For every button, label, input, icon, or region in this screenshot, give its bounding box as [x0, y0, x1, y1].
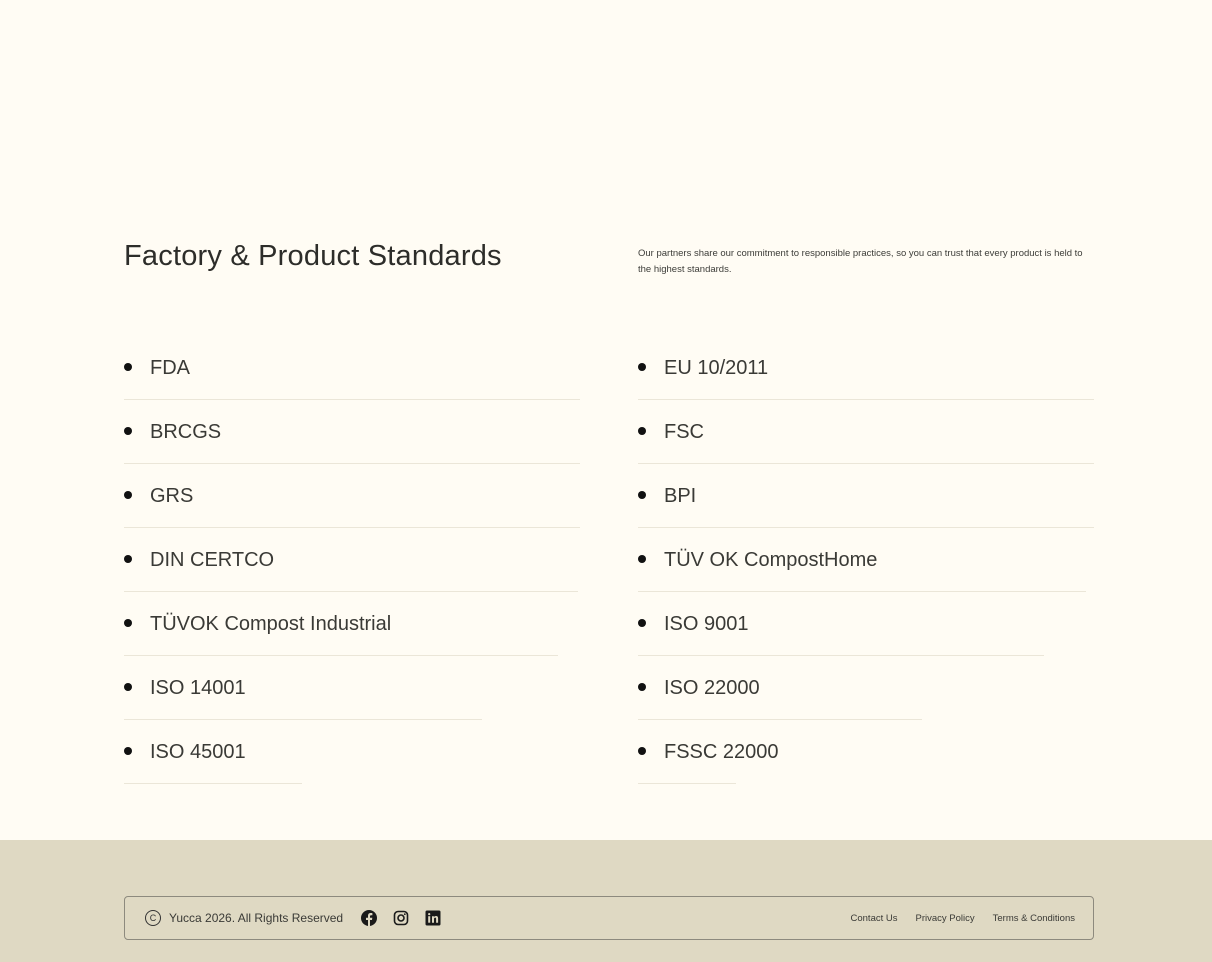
standard-item: FSSC 22000 — [638, 720, 877, 784]
contact-us-link[interactable]: Contact Us — [851, 913, 898, 924]
bullet-icon — [124, 747, 132, 755]
standard-label: EU 10/2011 — [664, 356, 769, 379]
standard-label: GRS — [150, 484, 194, 507]
bullet-icon — [638, 747, 646, 755]
linkedin-icon[interactable] — [425, 910, 441, 926]
bullet-icon — [124, 427, 132, 435]
privacy-policy-link[interactable]: Privacy Policy — [916, 913, 975, 924]
bullet-icon — [638, 427, 646, 435]
standards-list-right: EU 10/2011 FSC BPI TÜV OK CompostHome IS… — [638, 336, 1094, 784]
section-title: Factory & Product Standards — [124, 240, 502, 272]
standard-label: TÜVOK Compost Industrial — [150, 612, 392, 635]
copyright-icon: C — [145, 910, 161, 926]
standard-item: GRS — [124, 464, 580, 528]
divider — [638, 783, 736, 784]
standard-label: ISO 14001 — [150, 676, 246, 699]
bullet-icon — [638, 363, 646, 371]
standard-item: TÜVOK Compost Industrial — [124, 592, 558, 656]
footer-links: Contact Us Privacy Policy Terms & Condit… — [851, 913, 1076, 924]
bullet-icon — [638, 619, 646, 627]
bullet-icon — [124, 491, 132, 499]
footer-bar: C Yucca 2026. All Rights Reserved Contac… — [124, 896, 1094, 940]
standard-label: ISO 22000 — [664, 676, 760, 699]
standard-label: DIN CERTCO — [150, 548, 275, 571]
standard-item: FDA — [124, 336, 580, 400]
standard-item: ISO 9001 — [638, 592, 1044, 656]
standard-label: BRCGS — [150, 420, 222, 443]
facebook-icon[interactable] — [361, 910, 378, 926]
standard-label: FSC — [664, 420, 704, 443]
standards-list-left: FDA BRCGS GRS DIN CERTCO TÜVOK Compost I… — [124, 336, 580, 784]
standard-item: ISO 45001 — [124, 720, 391, 784]
bullet-icon — [638, 683, 646, 691]
bullet-icon — [124, 555, 132, 563]
divider — [124, 783, 302, 784]
standard-label: BPI — [664, 484, 697, 507]
standard-item: ISO 22000 — [638, 656, 922, 720]
standard-item: FSC — [638, 400, 1094, 464]
copyright-text: Yucca 2026. All Rights Reserved — [169, 911, 344, 925]
section-intro: Our partners share our commitment to res… — [638, 248, 1083, 275]
bullet-icon — [124, 683, 132, 691]
bullet-icon — [638, 491, 646, 499]
terms-conditions-link[interactable]: Terms & Conditions — [993, 913, 1075, 924]
bullet-icon — [124, 363, 132, 371]
standard-item: TÜV OK CompostHome — [638, 528, 1086, 592]
social-links — [361, 910, 441, 926]
bullet-icon — [124, 619, 132, 627]
standard-item: ISO 14001 — [124, 656, 482, 720]
standard-label: FSSC 22000 — [664, 740, 779, 763]
standard-label: ISO 9001 — [664, 612, 749, 635]
standard-label: FDA — [150, 356, 190, 379]
standards-section: Factory & Product Standards Our partners… — [0, 0, 1212, 840]
bullet-icon — [638, 555, 646, 563]
standard-item: BRCGS — [124, 400, 580, 464]
standard-label: TÜV OK CompostHome — [664, 548, 878, 571]
standard-item: EU 10/2011 — [638, 336, 1094, 400]
footer: C Yucca 2026. All Rights Reserved Contac… — [0, 840, 1212, 962]
standard-item: DIN CERTCO — [124, 528, 578, 592]
instagram-icon[interactable] — [393, 910, 409, 926]
standard-label: ISO 45001 — [150, 740, 246, 763]
standard-item: BPI — [638, 464, 1094, 528]
